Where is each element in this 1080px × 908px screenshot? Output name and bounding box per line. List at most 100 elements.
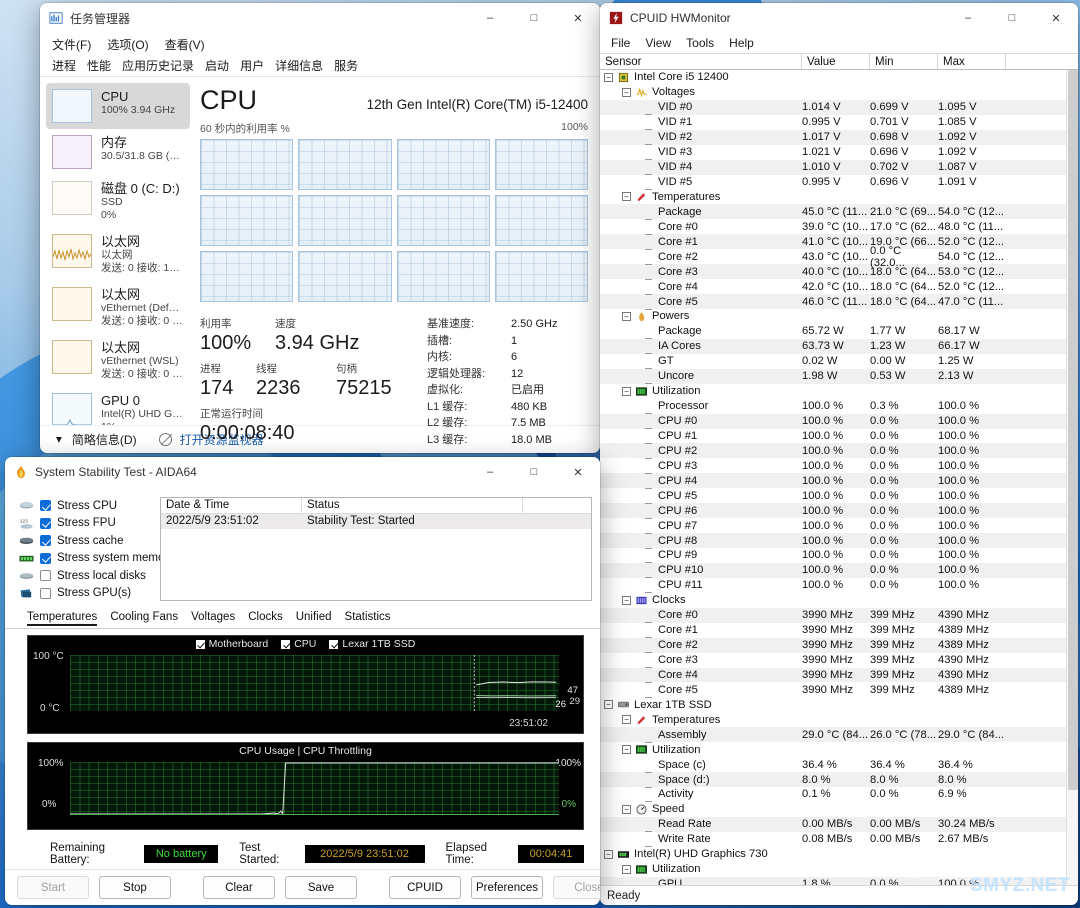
sensor-group-row[interactable]: −Temperatures [600, 190, 1078, 205]
hwmonitor-scrollbar[interactable] [1066, 70, 1078, 885]
aida64-button-row[interactable]: StartStopClearSaveCPUIDPreferencesClose [5, 869, 600, 905]
tree-expander[interactable]: − [622, 805, 631, 814]
sensor-row[interactable]: VID #21.017 V0.698 V1.092 V [600, 130, 1078, 145]
sensor-row[interactable]: VID #31.021 V0.696 V1.092 V [600, 145, 1078, 160]
sensor-row[interactable]: Activity0.1 %0.0 %6.9 % [600, 787, 1078, 802]
sensor-row[interactable]: Space (d:)8.0 %8.0 %8.0 % [600, 772, 1078, 787]
hwmonitor-window-buttons[interactable]: – □ ✕ [946, 3, 1078, 33]
sensor-group-row[interactable]: −Lexar 1TB SSD [600, 697, 1078, 712]
cpu-core-graph-9[interactable] [298, 251, 391, 302]
cpu-core-graph-6[interactable] [397, 195, 490, 246]
save-button[interactable]: Save [285, 876, 357, 899]
tree-expander[interactable]: − [622, 192, 631, 201]
sensor-group-row[interactable]: −Speed [600, 802, 1078, 817]
tab-clocks[interactable]: Clocks [248, 611, 283, 626]
sidebar-item-5[interactable]: 以太网vEthernet (WSL)发送: 0 接收: 0 Kbps [46, 334, 190, 387]
checkbox[interactable] [40, 535, 51, 546]
sensor-row[interactable]: Assembly29.0 °C (84...26.0 °C (78...29.0… [600, 727, 1078, 742]
sensor-row[interactable]: CPU #5100.0 %0.0 %100.0 % [600, 488, 1078, 503]
sensor-row[interactable]: Core #546.0 °C (11...18.0 °C (64...47.0 … [600, 294, 1078, 309]
sensor-group-row[interactable]: −Voltages [600, 85, 1078, 100]
menu-item-1[interactable]: 选项(O) [107, 36, 148, 53]
tree-expander[interactable]: − [622, 745, 631, 754]
legend-item-cpu[interactable]: CPU [281, 638, 316, 650]
minimize-button[interactable]: – [468, 457, 512, 487]
sensor-group-row[interactable]: −Temperatures [600, 712, 1078, 727]
sensor-row[interactable]: GT0.02 W0.00 W1.25 W [600, 354, 1078, 369]
preferences-button[interactable]: Preferences [471, 876, 543, 899]
legend-checkbox[interactable] [281, 640, 290, 649]
sidebar-item-3[interactable]: 以太网以太网发送: 0 接收: 120 Kbps [46, 228, 190, 281]
sensor-row[interactable]: VID #10.995 V0.701 V1.085 V [600, 115, 1078, 130]
stress-option-2[interactable]: Stress cache [19, 532, 151, 550]
checkbox[interactable] [40, 588, 51, 599]
sensor-row[interactable]: Core #13990 MHz399 MHz4389 MHz [600, 623, 1078, 638]
aida64-log-table[interactable]: Date & Time Status 2022/5/9 23:51:02Stab… [160, 497, 592, 601]
sensor-row[interactable]: Read Rate0.00 MB/s0.00 MB/s30.24 MB/s [600, 817, 1078, 832]
cpu-core-graph-7[interactable] [495, 195, 588, 246]
tab-voltages[interactable]: Voltages [191, 611, 235, 626]
hwmonitor-sensor-tree[interactable]: −Intel Core i5 12400−VoltagesVID #01.014… [600, 70, 1078, 885]
sensor-row[interactable]: Core #23990 MHz399 MHz4389 MHz [600, 638, 1078, 653]
tree-expander[interactable]: − [622, 715, 631, 724]
stress-options-list[interactable]: Stress CPU123Stress FPUStress cacheStres… [19, 497, 151, 602]
tab-0[interactable]: 进程 [52, 57, 76, 74]
column-header-max[interactable]: Max [938, 54, 1006, 69]
sensor-row[interactable]: Core #43990 MHz399 MHz4390 MHz [600, 668, 1078, 683]
maximize-button[interactable]: □ [990, 3, 1034, 33]
sensor-row[interactable]: Package45.0 °C (11...21.0 °C (69...54.0 … [600, 204, 1078, 219]
sensor-row[interactable]: CPU #8100.0 %0.0 %100.0 % [600, 533, 1078, 548]
sensor-group-row[interactable]: −Intel(R) UHD Graphics 730 [600, 847, 1078, 862]
sensor-row[interactable]: Package65.72 W1.77 W68.17 W [600, 324, 1078, 339]
legend-item-ssd[interactable]: Lexar 1TB SSD [329, 638, 415, 650]
legend-checkbox[interactable] [329, 640, 338, 649]
tab-2[interactable]: 应用历史记录 [122, 57, 194, 74]
tab-6[interactable]: 服务 [334, 57, 358, 74]
cpu-core-graph-3[interactable] [495, 139, 588, 190]
column-header-sensor[interactable]: Sensor [600, 54, 802, 69]
column-header-min[interactable]: Min [870, 54, 938, 69]
hwmonitor-window[interactable]: CPUID HWMonitor – □ ✕ FileViewToolsHelp … [600, 3, 1078, 905]
tab-3[interactable]: 启动 [205, 57, 229, 74]
sensor-group-row[interactable]: −Utilization [600, 742, 1078, 757]
checkbox[interactable] [40, 518, 51, 529]
stop-button[interactable]: Stop [99, 876, 171, 899]
minimize-button[interactable]: – [946, 3, 990, 33]
temperatures-chart-legend[interactable]: Motherboard CPU Lexar 1TB SSD [28, 638, 583, 650]
sensor-row[interactable]: CPU #6100.0 %0.0 %100.0 % [600, 503, 1078, 518]
sensor-group-row[interactable]: −Utilization [600, 862, 1078, 877]
sensor-group-row[interactable]: −Powers [600, 309, 1078, 324]
tree-expander[interactable]: − [604, 700, 613, 709]
aida64-tabs[interactable]: TemperaturesCooling FansVoltagesClocksUn… [5, 608, 600, 629]
close-button[interactable]: ✕ [556, 457, 600, 487]
cpu-core-graph-2[interactable] [397, 139, 490, 190]
tab-4[interactable]: 用户 [240, 57, 264, 74]
maximize-button[interactable]: □ [512, 457, 556, 487]
sensor-row[interactable]: CPU #2100.0 %0.0 %100.0 % [600, 443, 1078, 458]
sensor-group-row[interactable]: −Clocks [600, 593, 1078, 608]
cpu-core-graph-1[interactable] [298, 139, 391, 190]
stress-option-3[interactable]: Stress system memory [19, 550, 151, 568]
sensor-row[interactable]: CPU #10100.0 %0.0 %100.0 % [600, 563, 1078, 578]
sensor-row[interactable]: Space (c)36.4 %36.4 %36.4 % [600, 757, 1078, 772]
sidebar-item-1[interactable]: 内存30.5/31.8 GB (96%) [46, 129, 190, 175]
hwmonitor-titlebar[interactable]: CPUID HWMonitor – □ ✕ [600, 3, 1078, 33]
stress-option-4[interactable]: Stress local disks [19, 567, 151, 585]
close-button[interactable]: ✕ [1034, 3, 1078, 33]
sensor-row[interactable]: Core #340.0 °C (10...18.0 °C (64...53.0 … [600, 264, 1078, 279]
tree-expander[interactable]: − [622, 312, 631, 321]
sensor-row[interactable]: CPU #3100.0 %0.0 %100.0 % [600, 458, 1078, 473]
column-header-value[interactable]: Value [802, 54, 870, 69]
sensor-row[interactable]: CPU #0100.0 %0.0 %100.0 % [600, 414, 1078, 429]
tree-expander[interactable]: − [604, 73, 613, 82]
stress-option-1[interactable]: 123Stress FPU [19, 515, 151, 533]
checkbox[interactable] [40, 553, 51, 564]
tree-expander[interactable]: − [622, 596, 631, 605]
legend-item-motherboard[interactable]: Motherboard [196, 638, 269, 650]
sensor-row[interactable]: Core #141.0 °C (10...19.0 °C (66...52.0 … [600, 234, 1078, 249]
tab-cooling-fans[interactable]: Cooling Fans [110, 611, 178, 626]
sensor-row[interactable]: CPU #1100.0 %0.0 %100.0 % [600, 429, 1078, 444]
menu-item-view[interactable]: View [645, 36, 671, 50]
hwmonitor-menubar[interactable]: FileViewToolsHelp [600, 33, 1078, 53]
cpu-logical-processor-grid[interactable] [200, 139, 588, 302]
